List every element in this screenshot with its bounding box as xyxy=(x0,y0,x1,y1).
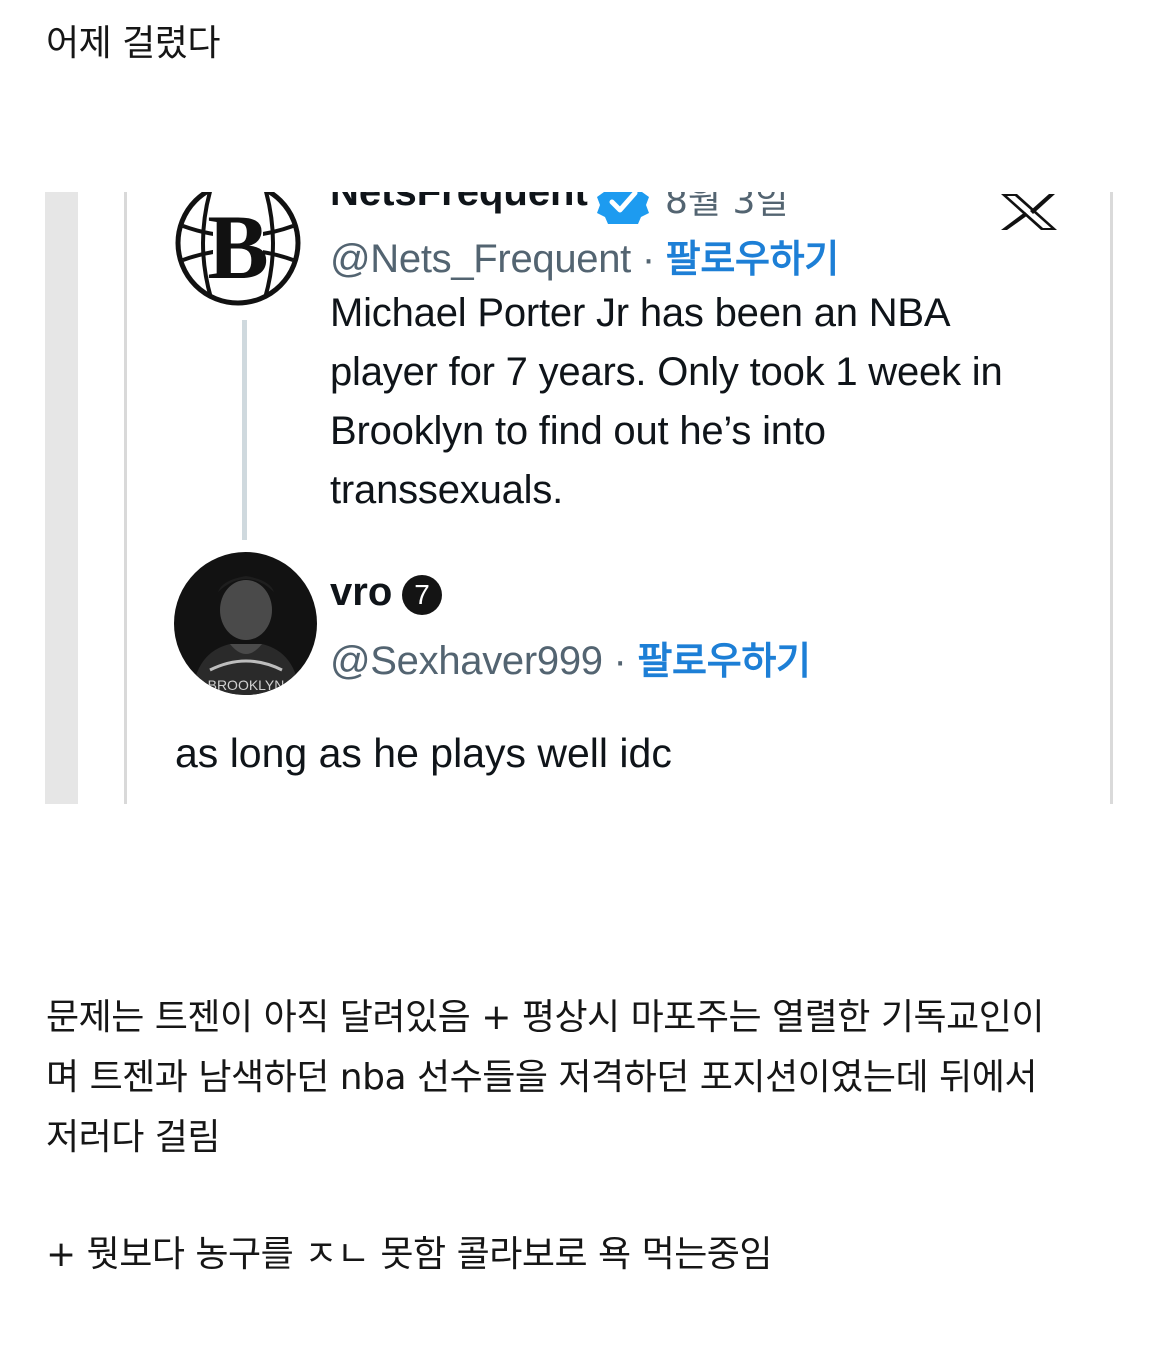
tweet-text-line: Michael Porter Jr has been an NBA xyxy=(330,291,951,335)
screenshot-left-bar xyxy=(45,192,78,804)
post-body-line: 저러다 걸림 xyxy=(46,1117,221,1158)
follow-button[interactable]: 팔로우하기 xyxy=(666,237,840,281)
reply-text: as long as he plays well idc xyxy=(175,730,672,776)
post-body-line: 문제는 트젠이 아직 달려있음 + 평상시 마포주는 열렬한 기독교인이 xyxy=(46,997,1044,1038)
reply-handle[interactable]: @Sexhaver999 xyxy=(330,639,603,683)
reply-author-name[interactable]: vro xyxy=(330,570,392,615)
tweet-text-line: transsexuals. xyxy=(330,468,564,512)
nets-logo-icon: B xyxy=(175,192,301,306)
post-body-line: 며 트젠과 남색하던 nba 선수들을 저격하던 포지션이였는데 뒤에서 xyxy=(46,1057,1037,1098)
tweet-screenshot: B NetsFrequent 8월 3일 @Nets_Frequent · 팔로… xyxy=(45,192,1113,804)
tweet-handle-row: @Nets_Frequent · 팔로우하기 xyxy=(330,228,839,283)
tweet-date: 8월 3일 xyxy=(665,192,789,222)
follow-button[interactable]: 팔로우하기 xyxy=(637,639,811,683)
thread-line xyxy=(242,320,247,540)
post-footnote: + 뭣보다 농구를 ㅈㄴ 못함 콜라보로 욕 먹는중임 xyxy=(46,1234,773,1275)
tweet-author-name[interactable]: NetsFrequent xyxy=(330,192,588,215)
jersey-text: BROOKLYN xyxy=(208,677,285,693)
nets-logo-letter: B xyxy=(207,196,268,298)
tweet-text-line: Brooklyn to find out he’s into xyxy=(330,409,826,453)
card-left-border xyxy=(124,192,127,804)
number-badge: 7 xyxy=(402,575,442,615)
tweet-handle[interactable]: @Nets_Frequent xyxy=(330,237,631,281)
card-right-border xyxy=(1110,192,1113,804)
handle-separator: · xyxy=(631,237,666,281)
post-intro: 어제 걸렸다 xyxy=(46,23,221,64)
reply-handle-row: @Sexhaver999 · 팔로우하기 xyxy=(330,630,811,685)
handle-separator: · xyxy=(602,639,638,683)
x-logo-icon[interactable] xyxy=(997,192,1061,232)
reply-avatar[interactable]: BROOKLYN xyxy=(174,552,317,695)
verified-badge-icon xyxy=(597,192,649,224)
tweet-text-line: player for 7 years. Only took 1 week in xyxy=(330,350,1003,394)
